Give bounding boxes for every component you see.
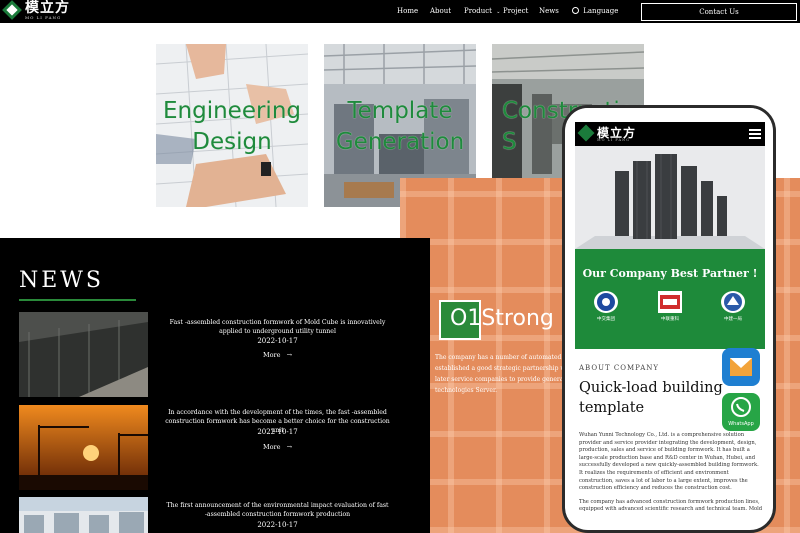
phone-logo-icon [577, 124, 595, 142]
news-thumbnail[interactable] [19, 312, 148, 397]
news-heading-underline [19, 299, 136, 301]
tile-title: Engineering Design [163, 98, 301, 155]
partner-logo[interactable] [721, 291, 745, 313]
news-item-title[interactable]: Fast -assembled construction formwork of… [165, 318, 390, 336]
phone-logo-english: MO LI FANG [597, 138, 630, 142]
phone-mockup: 模立方 MO LI FANG Our Company Best Partner … [562, 105, 776, 533]
news-heading: NEWS [19, 268, 104, 293]
about-paragraph: The company has advanced construction fo… [579, 498, 763, 513]
more-label: More [262, 351, 281, 359]
logo-english-text: MO LI FANG [25, 15, 62, 20]
whatsapp-label: WhatsApp [728, 421, 754, 427]
nav-language[interactable]: Language [572, 7, 618, 15]
chevron-down-icon: ⌄ [496, 9, 501, 15]
nav-news[interactable]: News [539, 7, 559, 15]
more-label: More [262, 443, 281, 451]
nav-product-label: Product [464, 7, 492, 15]
partner-logo[interactable] [594, 291, 618, 313]
partner-heading: Our Company Best Partner ! [582, 267, 758, 280]
contact-us-button[interactable]: Contact Us [641, 3, 797, 21]
about-company-body: Wuhan Yunni Technology Co., Ltd. is a co… [579, 432, 763, 514]
badge-label: O1 [450, 306, 482, 331]
logo-chinese-text: 模立方 [25, 0, 70, 16]
news-item-date: 2022-10-17 [257, 337, 298, 345]
hamburger-menu-icon[interactable] [749, 129, 761, 139]
arrow-right-icon: → [286, 351, 293, 359]
news-item-title[interactable]: The first announcement of the environmen… [165, 501, 390, 519]
arrow-right-icon: → [286, 443, 293, 451]
partner-caption: 中交集团 [597, 317, 615, 322]
news-more-link[interactable]: More → [165, 443, 390, 451]
about-company-label: ABOUT COMPANY [579, 364, 659, 372]
whatsapp-icon [731, 397, 751, 417]
phone-header: 模立方 MO LI FANG [575, 122, 765, 146]
nav-language-label: Language [583, 7, 619, 15]
partner-logo[interactable] [658, 291, 682, 313]
globe-icon [572, 7, 579, 14]
nav-home[interactable]: Home [397, 7, 418, 15]
site-logo[interactable]: 模立方 MO LI FANG [2, 0, 80, 23]
mail-icon [730, 358, 752, 376]
news-more-link[interactable]: More → [165, 351, 390, 359]
partner-caption: 中联重科 [661, 317, 679, 322]
about-paragraph: Wuhan Yunni Technology Co., Ltd. is a co… [579, 432, 759, 492]
about-company-title: Quick-load building template [579, 380, 723, 416]
news-item-date: 2022-10-17 [257, 428, 298, 436]
email-float-button[interactable] [722, 348, 760, 386]
news-item-date: 2022-10-17 [257, 521, 298, 529]
nav-product[interactable]: Product ⌄ [464, 7, 500, 15]
whatsapp-float-button[interactable]: WhatsApp [722, 393, 760, 431]
news-section: NEWS Fast -assembled construction formwo… [0, 238, 430, 533]
feature-tile-engineering-design[interactable]: Engineering Design [156, 44, 308, 207]
top-navbar: 模立方 MO LI FANG Home About Product ⌄ Proj… [0, 0, 800, 23]
phone-notch-area [565, 108, 773, 122]
phone-hero-image [575, 146, 765, 249]
tile-title: Template Generation [335, 98, 465, 155]
logo-text: 模立方 MO LI FANG [25, 1, 70, 20]
nav-about[interactable]: About [430, 7, 451, 15]
logo-icon [2, 0, 22, 21]
news-thumbnail[interactable] [19, 405, 148, 490]
partner-section: Our Company Best Partner ! 中交集团 中联重科 中建一… [575, 249, 765, 349]
news-thumbnail[interactable] [19, 497, 148, 533]
nav-project[interactable]: Project [503, 7, 528, 15]
partner-caption: 中建一局 [724, 317, 742, 322]
